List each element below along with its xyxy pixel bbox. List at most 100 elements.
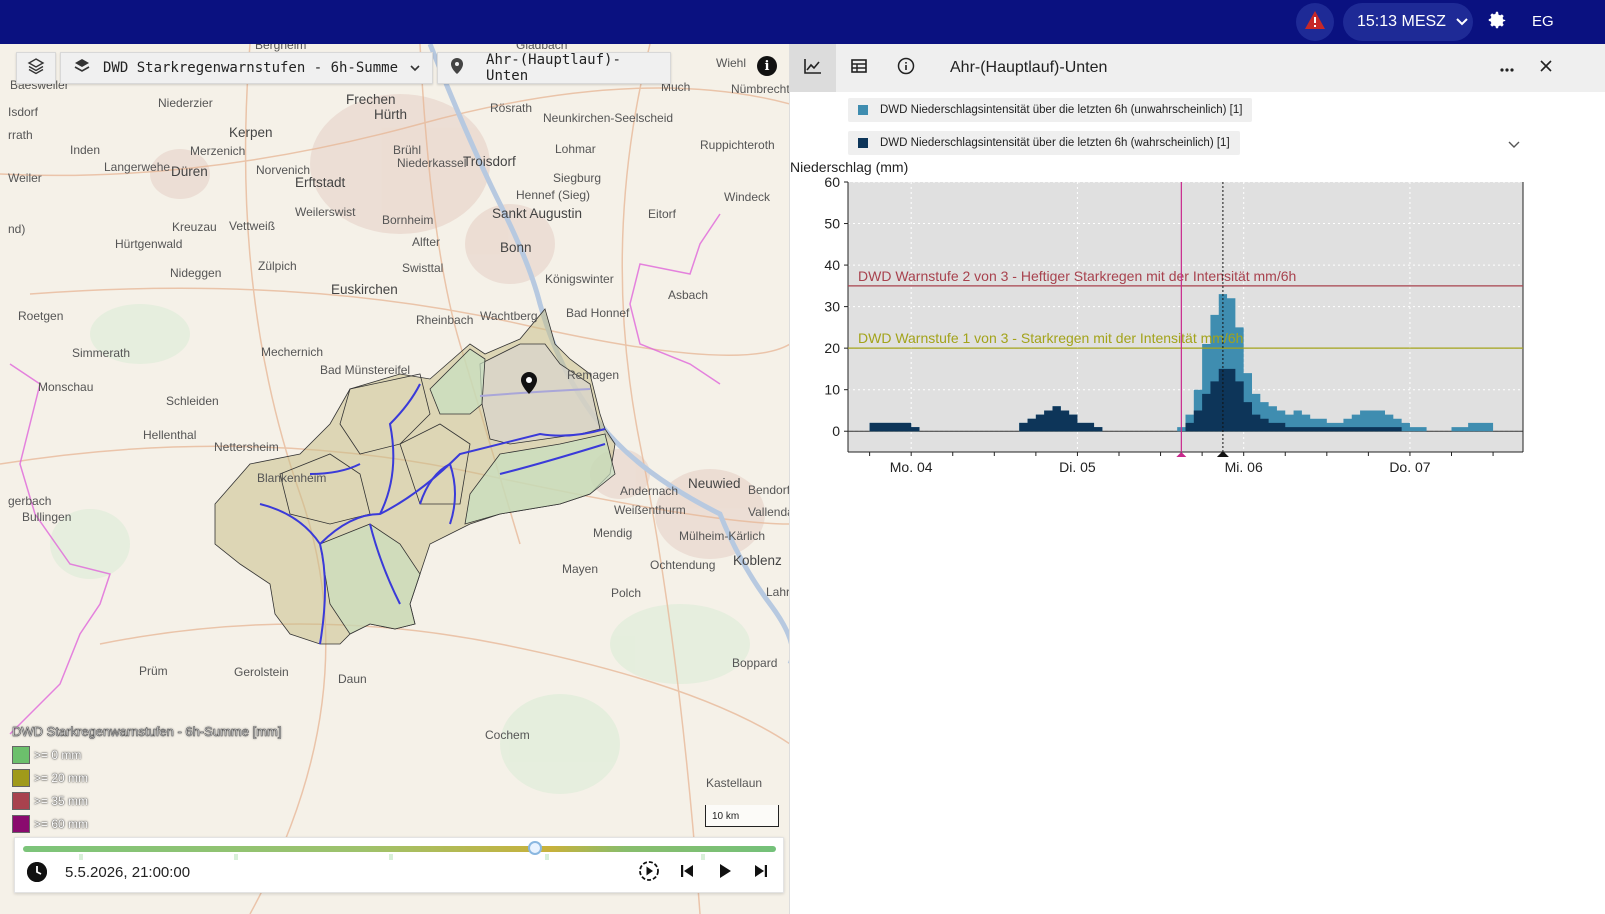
place-label: Blankenheim [257,471,327,485]
precipitation-chart[interactable]: Niederschlag (mm) 0 10 20 30 40 50 60 Mo. 04 Di. … [790,154,1550,489]
place-label: Merzenich [190,144,246,158]
place-label: Lohmar [555,142,596,156]
chevron-down-icon [1508,136,1520,153]
place-label: Bonn [500,240,532,255]
time-slider-panel: 5.5.2026, 21:00:00 [14,837,784,893]
place-label: Roetgen [18,309,64,323]
time-tick [389,854,393,860]
legend-label: >= 35 mm [34,793,89,808]
y-tick-label: 20 [824,340,840,356]
live-mode-button[interactable] [638,860,660,884]
y-tick-label: 60 [824,174,840,190]
settings-button[interactable] [1483,8,1511,36]
threshold-label: DWD Warnstufe 1 von 3 - Starkregen mit d… [858,330,1243,346]
place-label: Gerolstein [234,665,289,679]
user-initials[interactable]: EG [1532,13,1554,30]
place-label: Nümbrecht [731,82,790,96]
map-toolbar: DWD Starkregenwarnstufen - 6h-Summe Ahr-… [16,52,672,84]
place-label: Gladbach [516,44,568,52]
time-tick [234,854,238,860]
place-label: Sankt Augustin [492,206,583,221]
close-icon [1540,59,1552,77]
skip-next-icon [753,863,769,884]
y-tick-label: 30 [824,299,840,315]
warning-button[interactable] [1296,3,1334,41]
skip-previous-icon [679,863,695,884]
y-tick-label: 40 [824,257,840,273]
place-label: Polch [611,586,642,600]
place-label: Neuwied [688,476,741,491]
legend-swatch [12,791,30,810]
place-label: gerbach [8,494,52,508]
now-marker [1176,452,1187,457]
place-label: Kerpen [229,125,273,140]
place-label: Cochem [485,728,530,742]
place-label: Bergheim [255,44,307,52]
series-swatch [858,138,868,148]
chevron-down-icon [1456,13,1468,31]
current-datetime: 5.5.2026, 21:00:00 [65,864,191,881]
chart-tab[interactable] [790,44,836,92]
place-label: Mechernich [261,345,324,359]
place-label: Vallenda [748,505,790,519]
place-label: Alfter [412,235,441,249]
series-chip-likely[interactable]: DWD Niederschlagsintensität über die let… [848,131,1240,155]
series-label: DWD Niederschlagsintensität über die let… [880,137,1230,149]
place-label: Kreuzau [172,220,217,234]
place-label: Weißenthurm [614,503,686,517]
chart-svg: Niederschlag (mm) 0 10 20 30 40 50 60 Mo. 04 Di. … [790,159,1524,475]
time-slider-thumb[interactable] [528,841,543,855]
legend-swatch [12,814,30,833]
legend-item: >= 60 mm [12,812,281,835]
map-info-button[interactable]: i [757,56,777,76]
place-label: Mülheim-Kärlich [679,529,766,543]
x-tick-label: Do. 07 [1389,459,1430,475]
panel-title: Ahr-(Hauptlauf)-Unten [950,59,1108,76]
scale-bar: 10 km [705,805,779,827]
line-chart-icon [804,58,822,79]
place-label: Ruppichteroth [700,138,775,152]
close-panel-button[interactable] [1534,56,1558,80]
place-label: Königswinter [545,272,614,286]
panel-header: Ahr-(Hauptlauf)-Unten [790,44,1605,92]
y-tick-label: 0 [832,423,840,439]
location-selector[interactable]: Ahr-(Hauptlauf)-Unten [437,52,672,84]
place-label: Windeck [724,190,771,204]
place-label: Rösrath [490,101,533,115]
place-label: Kastellaun [706,776,763,790]
legend-item: >= 35 mm [12,789,281,812]
time-slider-track[interactable] [23,846,776,860]
layer-selector[interactable]: DWD Starkregenwarnstufen - 6h-Summe [60,52,434,84]
chevron-down-icon [410,60,420,76]
threshold-label: DWD Warnstufe 2 von 3 - Heftiger Starkre… [858,268,1296,284]
info-circle-icon [897,57,915,80]
place-label: Nideggen [170,266,222,280]
place-label: Weilerswist [295,205,356,219]
time-tick [79,854,83,860]
time-tick [545,854,549,860]
table-tab[interactable] [847,56,871,80]
plot-area [848,182,1523,452]
expand-series-button[interactable] [1508,136,1520,154]
time-selector[interactable]: 15:13 MESZ [1343,3,1473,41]
place-label: Prüm [139,664,168,678]
place-label: Bad Honnef [566,306,630,320]
legend-swatch [12,745,30,764]
place-label: Bendorf [748,483,790,497]
series-chip-unlikely[interactable]: DWD Niederschlagsintensität über die let… [848,98,1253,122]
info-tab[interactable] [894,56,918,80]
more-horizontal-icon [1500,59,1514,77]
more-options-button[interactable] [1495,56,1519,80]
place-label: Niederkassel [397,156,467,170]
step-forward-button[interactable] [750,862,772,884]
place-label: Troisdorf [463,154,516,169]
x-tick-label: Mo. 04 [890,459,933,475]
place-label: Bad Münstereifel [320,363,411,377]
x-tick-label: Mi. 06 [1225,459,1263,475]
map-legend: DWD Starkregenwarnstufen - 6h-Summe [mm]… [12,724,282,835]
step-back-button[interactable] [676,862,698,884]
x-tick-label: Di. 05 [1059,459,1096,475]
layers-toggle-button[interactable] [16,52,56,84]
map-view[interactable]: Bergheim Gladbach Wiehl Much Baesweiler Niede… [0,44,790,914]
play-button[interactable] [714,862,736,884]
